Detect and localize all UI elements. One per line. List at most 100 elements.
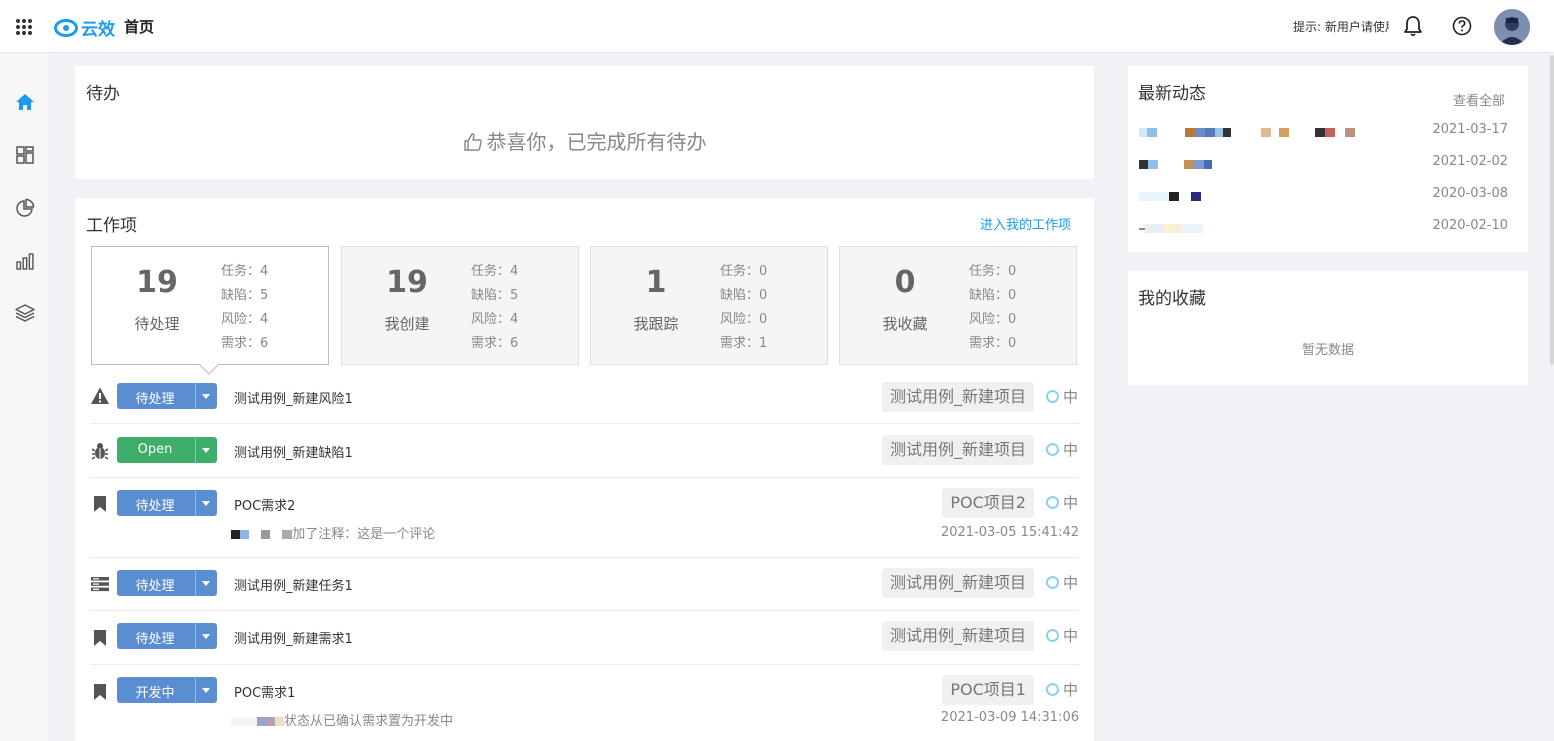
activity-comment: 加了注释：这是一个评论 — [231, 523, 435, 542]
stat-bug-count: 缺陷：5 — [221, 288, 269, 303]
user-avatar[interactable] — [1494, 9, 1530, 45]
project-tag[interactable]: 测试用例_新建项目 — [881, 382, 1034, 412]
stat-card-following[interactable]: 1 我跟踪 任务：0 缺陷：0 风险：0 需求：1 — [590, 246, 828, 365]
stat-risk-count: 风险：0 — [720, 312, 768, 327]
work-item-title[interactable]: POC需求1 — [234, 682, 295, 701]
status-dropdown[interactable]: 待处理 — [117, 623, 217, 649]
status-label: 待处理 — [135, 392, 175, 407]
project-tag[interactable]: POC项目1 — [942, 675, 1034, 705]
bookmark-icon — [94, 630, 106, 646]
work-item-row[interactable]: 开发中 POC需求1 状态从已确认需求置为开发中 POC项目1 中 2021-0… — [90, 665, 1079, 741]
activity-date: 2020-02-10 — [1432, 218, 1508, 233]
status-dropdown[interactable]: 开发中 — [117, 677, 217, 703]
priority-label: 中 — [1063, 388, 1079, 406]
stat-bug-count: 缺陷：5 — [471, 288, 519, 303]
status-label: 待处理 — [135, 579, 175, 594]
work-items-card: 工作项 进入我的工作项 19 待处理 任务：4 缺陷：5 风险：4 需求：6 1… — [75, 198, 1094, 741]
stat-bug-count: 缺陷：0 — [969, 288, 1017, 303]
enter-my-work-items-link[interactable]: 进入我的工作项 — [980, 214, 1071, 233]
my-favorites-title: 我的收藏 — [1138, 289, 1206, 309]
project-tag[interactable]: 测试用例_新建项目 — [881, 621, 1034, 651]
warning-icon — [91, 387, 109, 404]
layers-icon[interactable] — [15, 303, 35, 323]
stat-label: 我收藏 — [882, 315, 928, 333]
activity-time: 2021-03-09 14:31:06 — [940, 710, 1079, 725]
stat-risk-count: 风险：4 — [471, 312, 519, 327]
page-title: 首页 — [124, 18, 155, 36]
brand-name: 云效 — [81, 20, 115, 40]
work-item-row[interactable]: 待处理 POC需求2 加了注释：这是一个评论 POC项目2 中 2021-03-… — [90, 478, 1079, 558]
status-label: 待处理 — [135, 632, 175, 647]
stat-card-created[interactable]: 19 我创建 任务：4 缺陷：5 风险：4 需求：6 — [341, 246, 579, 365]
priority-circle-icon — [1046, 443, 1059, 456]
stat-risk-count: 风险：4 — [221, 312, 269, 327]
work-item-row[interactable]: 待处理 测试用例_新建任务1 测试用例_新建项目 中 — [90, 558, 1079, 611]
top-bar: 云效 首页 提示: 新用户请使用 — [0, 0, 1554, 53]
work-item-title[interactable]: 测试用例_新建任务1 — [234, 575, 353, 594]
work-item-title[interactable]: 测试用例_新建缺陷1 — [234, 442, 353, 461]
stat-card-favorites[interactable]: 0 我收藏 任务：0 缺陷：0 风险：0 需求：0 — [839, 246, 1077, 365]
stat-req-count: 需求：0 — [969, 336, 1017, 351]
todo-card: 待办 恭喜你，已完成所有待办 — [75, 66, 1094, 179]
comment-text: 加了注释：这是一个评论 — [292, 527, 436, 542]
task-list-icon — [91, 577, 109, 592]
app-grid-icon[interactable] — [16, 19, 32, 35]
bell-icon[interactable] — [1403, 15, 1423, 37]
priority-circle-icon — [1046, 629, 1059, 642]
priority-circle-icon — [1046, 683, 1059, 696]
activity-time: 2021-03-05 15:41:42 — [940, 525, 1079, 540]
logo-icon — [54, 18, 78, 37]
work-item-title[interactable]: 测试用例_新建需求1 — [234, 628, 353, 647]
work-item-row[interactable]: Open 测试用例_新建缺陷1 测试用例_新建项目 中 — [90, 424, 1079, 478]
priority-label: 中 — [1063, 441, 1079, 459]
activity-item[interactable]: 2021-02-02 — [1139, 154, 1519, 170]
pie-chart-icon[interactable] — [15, 198, 35, 218]
work-item-row[interactable]: 待处理 测试用例_新建需求1 测试用例_新建项目 中 — [90, 611, 1079, 665]
status-dropdown[interactable]: 待处理 — [117, 383, 217, 409]
latest-activity-card: 最新动态 查看全部 2021-03-17 2021-02-02 2020-03-… — [1128, 66, 1528, 252]
work-items-title: 工作项 — [86, 216, 137, 236]
bookmark-icon — [94, 496, 106, 512]
stat-label: 我跟踪 — [633, 315, 679, 333]
stat-req-count: 需求：1 — [720, 336, 768, 351]
stat-req-count: 需求：6 — [471, 336, 519, 351]
stat-task-count: 任务：4 — [221, 264, 269, 279]
status-dropdown[interactable]: 待处理 — [117, 490, 217, 516]
status-dropdown[interactable]: 待处理 — [117, 570, 217, 596]
stat-count: 19 — [386, 265, 428, 300]
work-item-title[interactable]: 测试用例_新建风险1 — [234, 388, 353, 407]
bug-icon — [91, 443, 109, 460]
chevron-down-icon — [202, 688, 210, 693]
work-item-row[interactable]: 待处理 测试用例_新建风险1 测试用例_新建项目 中 — [90, 370, 1079, 424]
view-all-link[interactable]: 查看全部 — [1453, 90, 1505, 109]
page-scrollbar[interactable] — [1550, 55, 1554, 365]
dashboard-icon[interactable] — [15, 145, 35, 165]
brand-logo[interactable]: 云效 — [54, 15, 115, 40]
status-label: 待处理 — [135, 499, 175, 514]
project-tag[interactable]: 测试用例_新建项目 — [881, 435, 1034, 465]
project-tag[interactable]: POC项目2 — [942, 488, 1034, 518]
stat-count: 0 — [894, 265, 916, 300]
help-icon[interactable] — [1452, 16, 1472, 36]
stat-task-count: 任务：0 — [720, 264, 768, 279]
activity-item[interactable]: 2020-03-08 — [1139, 186, 1519, 202]
status-label: Open — [137, 442, 173, 457]
stat-risk-count: 风险：0 — [969, 312, 1017, 327]
project-tag[interactable]: 测试用例_新建项目 — [881, 568, 1034, 598]
status-change-text: 状态从已确认需求置为开发中 — [284, 714, 454, 729]
bar-chart-icon[interactable] — [15, 251, 35, 271]
new-user-hint[interactable]: 提示: 新用户请使用 — [1293, 18, 1389, 35]
stat-card-pending[interactable]: 19 待处理 任务：4 缺陷：5 风险：4 需求：6 — [91, 246, 329, 375]
activity-date: 2021-02-02 — [1432, 154, 1508, 169]
activity-item[interactable]: 2020-02-10 — [1139, 218, 1519, 234]
activity-date: 2021-03-17 — [1432, 122, 1508, 137]
stat-req-count: 需求：6 — [221, 336, 269, 351]
side-nav — [0, 54, 50, 741]
stat-label: 我创建 — [384, 315, 430, 333]
status-dropdown[interactable]: Open — [117, 437, 217, 463]
priority-circle-icon — [1046, 390, 1059, 403]
work-item-title[interactable]: POC需求2 — [234, 495, 295, 514]
priority-label: 中 — [1063, 681, 1079, 699]
activity-item[interactable]: 2021-03-17 — [1139, 122, 1519, 138]
home-icon[interactable] — [15, 92, 35, 112]
